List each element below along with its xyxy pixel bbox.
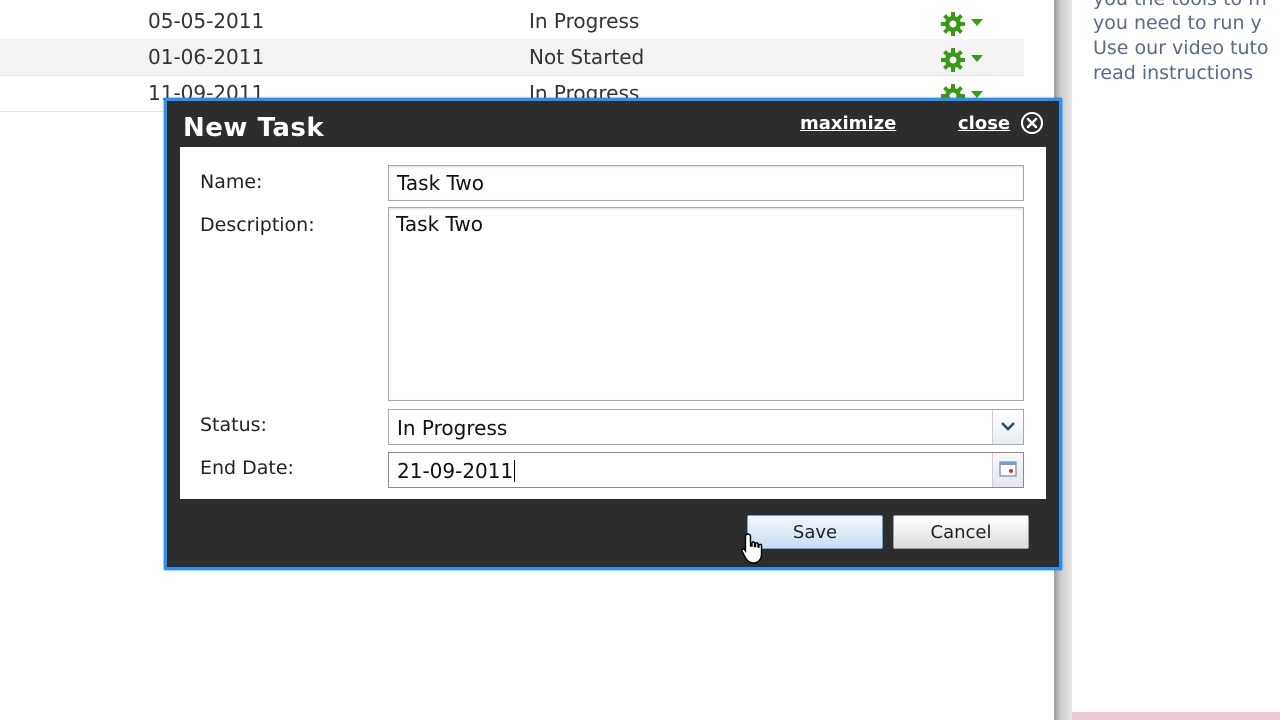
- table-row[interactable]: 05-05-2011 In Progress: [0, 3, 1024, 40]
- description-textarea[interactable]: Task Two: [388, 207, 1024, 401]
- maximize-link[interactable]: maximize: [800, 113, 896, 134]
- dropdown-caret-icon: [971, 19, 983, 26]
- gear-icon: [941, 12, 965, 36]
- help-text-line: you the tools to m: [1093, 0, 1267, 10]
- close-circle-icon[interactable]: [1021, 112, 1043, 134]
- close-link[interactable]: close: [958, 113, 1010, 134]
- end-date-text: 21-09-2011: [397, 459, 514, 483]
- date-picker-button[interactable]: [992, 453, 1023, 487]
- status-selected-value: In Progress: [397, 416, 508, 440]
- dropdown-caret-icon: [971, 55, 983, 62]
- dialog-form: Name: Description: Task Two Status: In P…: [180, 147, 1046, 499]
- help-text-line: Use our video tuto: [1093, 37, 1269, 59]
- gear-icon: [941, 48, 965, 72]
- row-action-menu[interactable]: [940, 47, 988, 72]
- row-action-menu[interactable]: [940, 11, 988, 36]
- status-dropdown-button[interactable]: [992, 410, 1023, 444]
- status-label: Status:: [200, 414, 267, 436]
- hand-cursor-icon: [741, 533, 763, 564]
- end-date-input[interactable]: 21-09-2011: [388, 452, 1024, 488]
- name-label: Name:: [200, 171, 263, 193]
- new-task-dialog: New Task maximize close Name: Descriptio…: [164, 98, 1062, 570]
- row-status: In Progress: [529, 9, 640, 33]
- row-status: Not Started: [529, 45, 645, 69]
- dialog-title: New Task: [183, 113, 325, 143]
- name-input[interactable]: [388, 165, 1024, 201]
- description-label: Description:: [200, 214, 315, 236]
- text-cursor: [514, 460, 516, 482]
- end-date-label: End Date:: [200, 457, 294, 479]
- calendar-icon: [999, 461, 1017, 477]
- dropdown-caret-icon: [971, 91, 983, 98]
- cancel-button[interactable]: Cancel: [893, 515, 1029, 549]
- row-date: 05-05-2011: [148, 9, 265, 33]
- end-date-value: 21-09-2011: [397, 459, 516, 483]
- help-text-line: read instructions: [1093, 62, 1254, 84]
- help-side-panel: you the tools to m you need to run y Use…: [1072, 0, 1280, 720]
- status-select[interactable]: In Progress: [388, 409, 1024, 445]
- row-date: 01-06-2011: [148, 45, 265, 69]
- chevron-down-icon: [1001, 422, 1015, 431]
- table-row[interactable]: 01-06-2011 Not Started: [0, 39, 1024, 76]
- panel-footer-strip: [1072, 712, 1280, 720]
- help-text-line: you need to run y: [1093, 12, 1262, 34]
